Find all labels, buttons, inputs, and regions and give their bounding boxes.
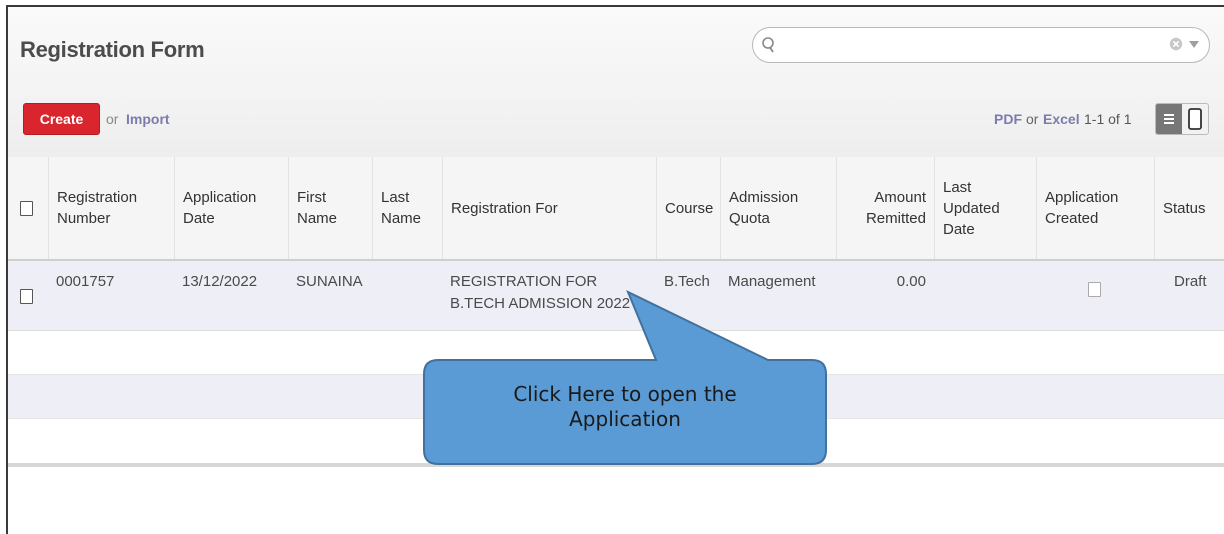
app-window: Registration Form Create or Import PDF o… xyxy=(6,5,1224,534)
col-amount-remitted[interactable]: Amount Remitted xyxy=(836,157,934,259)
col-last-updated-date[interactable]: Last Updated Date xyxy=(934,157,1036,259)
search-icon xyxy=(762,37,774,53)
search-input[interactable] xyxy=(781,34,1165,58)
col-label: Date xyxy=(183,210,215,227)
form-view-button[interactable] xyxy=(1182,104,1208,134)
form-view-icon xyxy=(1188,108,1202,130)
col-label: Last xyxy=(381,189,410,206)
application-created-checkbox xyxy=(1088,282,1101,297)
import-link[interactable]: Import xyxy=(126,111,170,127)
col-label: Admission xyxy=(729,189,799,206)
col-label: Quota xyxy=(729,210,770,227)
table-header: Registration Number Application Date First… xyxy=(8,157,1224,261)
cell-registration-number: 0001757 xyxy=(56,273,115,290)
cell-amount-remitted: 0.00 xyxy=(896,273,926,290)
col-status[interactable]: Status xyxy=(1154,157,1224,259)
select-all-cell xyxy=(8,157,48,259)
col-registration-for[interactable]: Registration For xyxy=(442,157,656,259)
create-button[interactable]: Create xyxy=(23,103,100,135)
col-label: Application xyxy=(1045,189,1119,206)
empty-row xyxy=(8,331,1224,375)
col-application-date[interactable]: Application Date xyxy=(174,157,288,259)
col-label: Registration For xyxy=(451,199,558,217)
col-label: Updated xyxy=(943,199,1000,217)
col-registration-number[interactable]: Registration Number xyxy=(48,157,174,259)
clear-search-icon[interactable] xyxy=(1169,37,1183,51)
col-label: Created xyxy=(1045,210,1099,227)
cell-registration-for-line: REGISTRATION FOR xyxy=(450,273,598,290)
or-text: or xyxy=(106,111,119,127)
col-label: Last xyxy=(943,178,972,196)
excel-export-link[interactable]: Excel xyxy=(1043,111,1080,127)
col-application-created[interactable]: Application Created xyxy=(1036,157,1154,259)
col-label: Amount xyxy=(874,189,926,206)
cell-first-name: SUNAINA xyxy=(296,273,363,290)
col-last-name[interactable]: Last Name xyxy=(372,157,442,259)
callout-text: Click Here to open the Application xyxy=(426,382,824,432)
search-options-caret-icon[interactable] xyxy=(1189,41,1199,48)
cell-status: Draft xyxy=(1174,273,1207,290)
cell-registration-for: REGISTRATION FOR B.TECH ADMISSION 2022 xyxy=(450,271,630,315)
col-course[interactable]: Course xyxy=(656,157,720,259)
col-label: Name xyxy=(297,210,338,227)
col-label: Status xyxy=(1163,199,1206,217)
control-panel: Registration Form Create or Import PDF o… xyxy=(8,7,1224,158)
list-view-button[interactable] xyxy=(1156,104,1182,134)
col-admission-quota[interactable]: Admission Quota xyxy=(720,157,836,259)
page-title: Registration Form xyxy=(20,37,205,62)
col-label: Registration xyxy=(57,189,138,206)
list-view-icon xyxy=(1164,114,1174,124)
table-footer xyxy=(8,463,1224,467)
row-checkbox[interactable] xyxy=(20,289,33,304)
col-label: Application xyxy=(183,189,257,206)
cell-course: B.Tech xyxy=(664,273,710,290)
select-all-checkbox[interactable] xyxy=(20,201,33,216)
col-label: Remitted xyxy=(865,210,926,227)
cell-admission-quota: Management xyxy=(728,273,816,290)
callout-line: Application xyxy=(569,407,681,431)
or-text-export: or xyxy=(1026,111,1039,127)
col-label: Date xyxy=(943,220,975,238)
cell-registration-for-line: B.TECH ADMISSION 2022 xyxy=(450,295,631,312)
col-first-name[interactable]: First Name xyxy=(288,157,372,259)
table-row[interactable]: 0001757 13/12/2022 SUNAINA REGISTRATION … xyxy=(8,261,1224,331)
col-label: First xyxy=(297,189,327,206)
col-label: Number xyxy=(57,210,111,227)
cell-application-date: 13/12/2022 xyxy=(182,273,258,290)
pdf-export-link[interactable]: PDF xyxy=(994,111,1022,127)
callout-line: Click Here to open the xyxy=(513,382,737,406)
col-label: Name xyxy=(381,210,422,227)
col-label: Course xyxy=(665,199,714,217)
pager-value[interactable]: 1-1 of 1 xyxy=(1084,111,1131,127)
view-switcher xyxy=(1155,103,1209,135)
search-box[interactable] xyxy=(752,27,1210,63)
